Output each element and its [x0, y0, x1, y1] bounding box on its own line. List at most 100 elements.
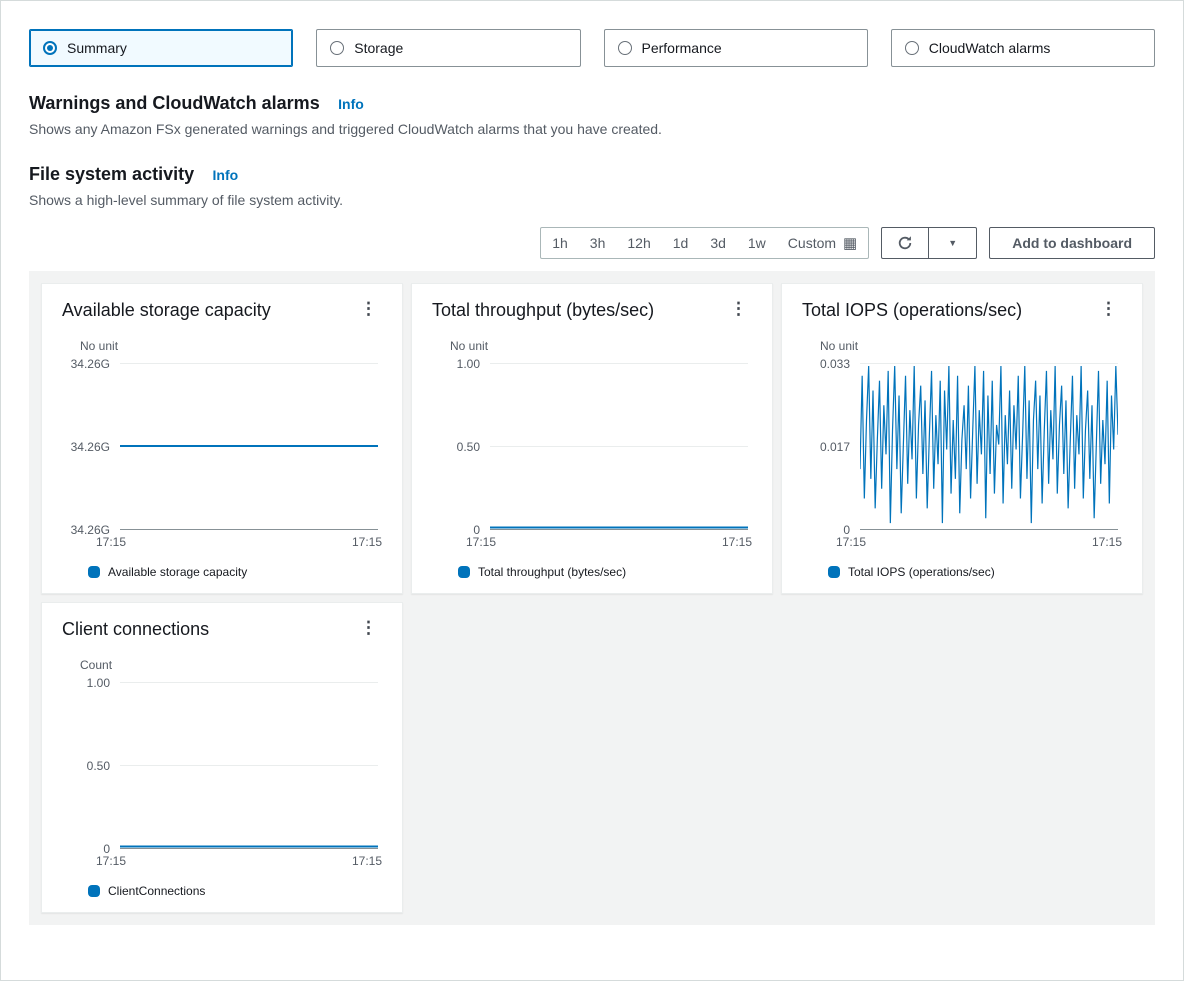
charts-band: Available storage capacity ⋮ No unit 34.…	[29, 271, 1155, 925]
x-tick: 17:15	[96, 854, 126, 868]
y-axis-unit-label: No unit	[450, 339, 752, 353]
chart-title: Total throughput (bytes/sec)	[432, 300, 654, 321]
x-axis-labels: 17:15 17:15	[836, 535, 1122, 549]
chart-card-available-storage: Available storage capacity ⋮ No unit 34.…	[41, 283, 403, 594]
chart-line-svg	[860, 363, 1118, 529]
legend-label: Total IOPS (operations/sec)	[848, 565, 995, 579]
x-tick: 17:15	[466, 535, 496, 549]
y-tick: 1.00	[432, 357, 480, 371]
chart-legend-item[interactable]: ClientConnections	[88, 884, 382, 898]
charts-grid-row-1: Available storage capacity ⋮ No unit 34.…	[41, 283, 1143, 594]
x-tick: 17:15	[352, 535, 382, 549]
tab-label: Performance	[642, 40, 722, 56]
chart-plot-area: 34.26G 34.26G 34.26G	[62, 363, 382, 529]
chart-line-svg	[120, 682, 378, 848]
y-tick: 0.017	[802, 440, 850, 454]
kebab-menu-icon[interactable]: ⋮	[1096, 300, 1122, 317]
y-axis-unit-label: No unit	[820, 339, 1122, 353]
x-tick: 17:15	[722, 535, 752, 549]
chart-legend-item[interactable]: Total throughput (bytes/sec)	[458, 565, 752, 579]
radio-unselected-icon	[905, 41, 919, 55]
y-tick: 0	[802, 523, 850, 537]
chart-card-client-connections: Client connections ⋮ Count 1.00 0.50 0 1…	[41, 602, 403, 913]
chart-line-svg	[120, 363, 378, 529]
legend-label: Total throughput (bytes/sec)	[478, 565, 626, 579]
x-tick: 17:15	[1092, 535, 1122, 549]
radio-unselected-icon	[330, 41, 344, 55]
charts-grid-row-2: Client connections ⋮ Count 1.00 0.50 0 1…	[41, 602, 1143, 913]
y-tick: 0.033	[802, 357, 850, 371]
y-tick: 34.26G	[62, 440, 110, 454]
time-range-1h[interactable]: 1h	[541, 228, 579, 258]
tab-summary[interactable]: Summary	[29, 29, 293, 67]
kebab-menu-icon[interactable]: ⋮	[356, 619, 382, 636]
warnings-section-title: Warnings and CloudWatch alarms	[29, 93, 320, 113]
legend-color-swatch	[88, 566, 100, 578]
tab-storage[interactable]: Storage	[316, 29, 580, 67]
tab-label: CloudWatch alarms	[929, 40, 1051, 56]
y-tick: 1.00	[62, 676, 110, 690]
time-range-3d[interactable]: 3d	[699, 228, 737, 258]
warnings-info-link[interactable]: Info	[338, 96, 364, 112]
chart-card-total-throughput: Total throughput (bytes/sec) ⋮ No unit 1…	[411, 283, 773, 594]
chart-plot-area: 1.00 0.50 0	[62, 682, 382, 848]
chart-legend-item[interactable]: Available storage capacity	[88, 565, 382, 579]
chart-title: Available storage capacity	[62, 300, 271, 321]
y-tick: 34.26G	[62, 523, 110, 537]
y-tick: 0.50	[432, 440, 480, 454]
refresh-button[interactable]	[881, 227, 929, 259]
x-tick: 17:15	[836, 535, 866, 549]
chart-title: Total IOPS (operations/sec)	[802, 300, 1022, 321]
tab-performance[interactable]: Performance	[604, 29, 868, 67]
kebab-menu-icon[interactable]: ⋮	[356, 300, 382, 317]
legend-color-swatch	[828, 566, 840, 578]
activity-section-title: File system activity	[29, 164, 194, 184]
custom-label: Custom	[788, 235, 836, 251]
x-tick: 17:15	[96, 535, 126, 549]
warnings-section: Warnings and CloudWatch alarms Info Show…	[29, 93, 1155, 138]
chart-plot-area: 0.033 0.017 0	[802, 363, 1122, 529]
time-range-segmented-control: 1h 3h 12h 1d 3d 1w Custom ▦	[540, 227, 869, 259]
x-axis-labels: 17:15 17:15	[96, 854, 382, 868]
chart-plot-area: 1.00 0.50 0	[432, 363, 752, 529]
time-range-custom[interactable]: Custom ▦	[777, 228, 868, 258]
chart-title: Client connections	[62, 619, 209, 640]
chevron-down-icon: ▼	[948, 238, 957, 248]
time-range-1w[interactable]: 1w	[737, 228, 777, 258]
time-range-3h[interactable]: 3h	[579, 228, 617, 258]
activity-section-description: Shows a high-level summary of file syste…	[29, 191, 1155, 209]
time-range-12h[interactable]: 12h	[616, 228, 661, 258]
tab-cloudwatch-alarms[interactable]: CloudWatch alarms	[891, 29, 1155, 67]
y-axis-unit-label: No unit	[80, 339, 382, 353]
radio-unselected-icon	[618, 41, 632, 55]
refresh-interval-dropdown-button[interactable]: ▼	[929, 227, 977, 259]
warnings-section-description: Shows any Amazon FSx generated warnings …	[29, 120, 1155, 138]
chart-line-svg	[490, 363, 748, 529]
time-range-1d[interactable]: 1d	[662, 228, 700, 258]
tab-label: Summary	[67, 40, 127, 56]
legend-label: ClientConnections	[108, 884, 205, 898]
kebab-menu-icon[interactable]: ⋮	[726, 300, 752, 317]
chart-controls: 1h 3h 12h 1d 3d 1w Custom ▦ ▼ Add to das…	[29, 227, 1155, 259]
x-axis-labels: 17:15 17:15	[96, 535, 382, 549]
add-to-dashboard-button[interactable]: Add to dashboard	[989, 227, 1155, 259]
fsx-monitoring-page: Summary Storage Performance CloudWatch a…	[0, 0, 1184, 981]
calendar-icon: ▦	[843, 236, 857, 251]
legend-color-swatch	[88, 885, 100, 897]
legend-label: Available storage capacity	[108, 565, 247, 579]
refresh-icon	[897, 235, 913, 251]
y-tick: 0.50	[62, 759, 110, 773]
activity-info-link[interactable]: Info	[213, 167, 239, 183]
x-tick: 17:15	[352, 854, 382, 868]
y-tick: 0	[432, 523, 480, 537]
tab-label: Storage	[354, 40, 403, 56]
y-axis-unit-label: Count	[80, 658, 382, 672]
monitoring-tabs: Summary Storage Performance CloudWatch a…	[29, 29, 1155, 67]
radio-selected-icon	[43, 41, 57, 55]
x-axis-labels: 17:15 17:15	[466, 535, 752, 549]
chart-card-total-iops: Total IOPS (operations/sec) ⋮ No unit 0.…	[781, 283, 1143, 594]
legend-color-swatch	[458, 566, 470, 578]
chart-legend-item[interactable]: Total IOPS (operations/sec)	[828, 565, 1122, 579]
y-tick: 34.26G	[62, 357, 110, 371]
y-tick: 0	[62, 842, 110, 856]
